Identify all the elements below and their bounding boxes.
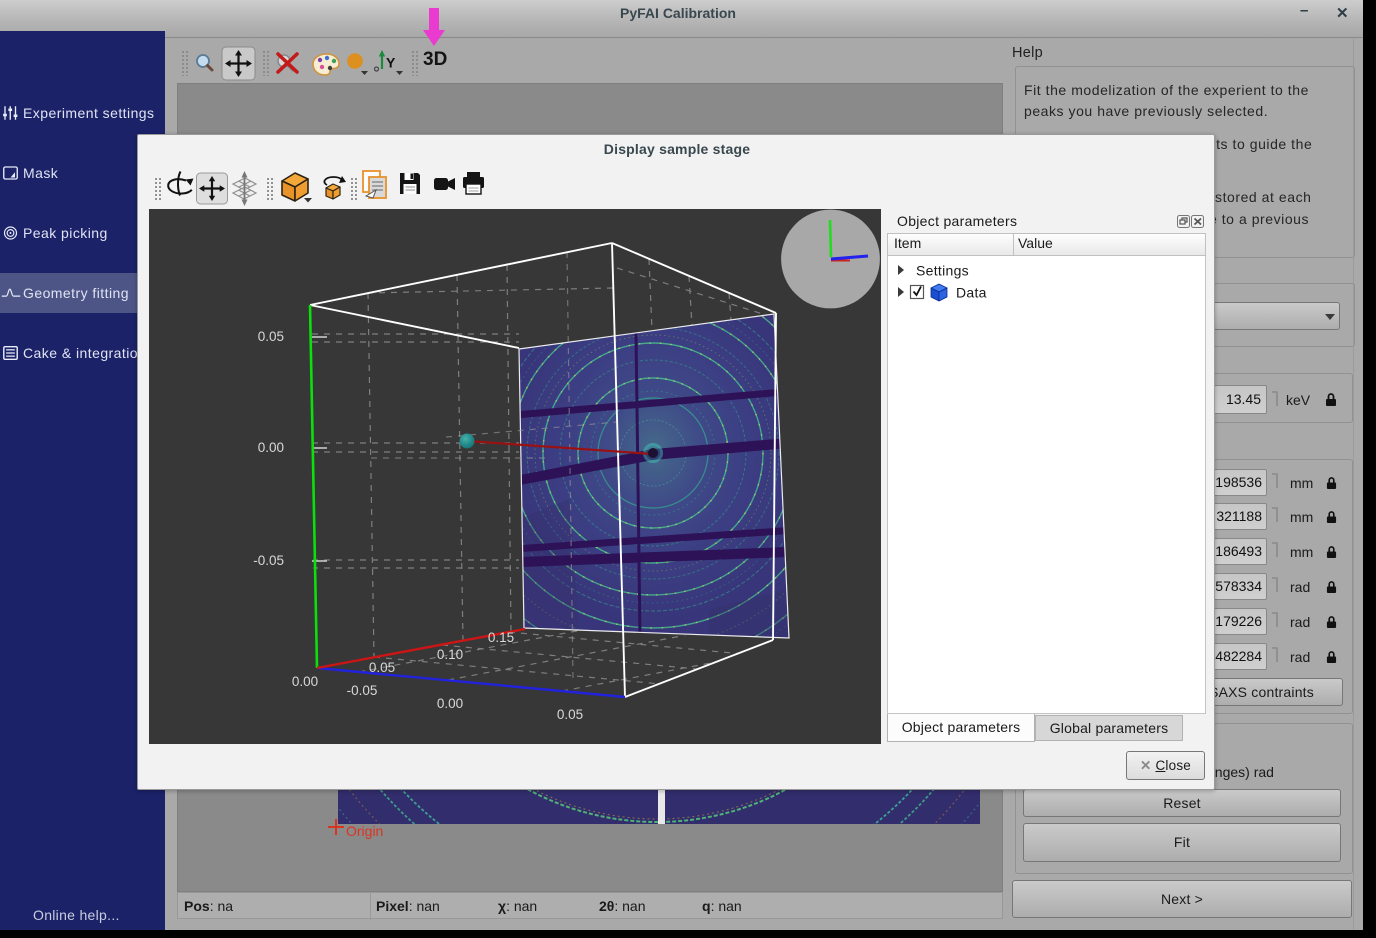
- svg-text:0.05: 0.05: [557, 707, 583, 722]
- svg-text:0.00: 0.00: [258, 440, 284, 455]
- svg-text:Data: Data: [956, 285, 987, 301]
- svg-text:0.15: 0.15: [488, 630, 514, 645]
- svg-text:0.05: 0.05: [258, 329, 284, 344]
- svg-text:-0.05: -0.05: [253, 553, 284, 568]
- svg-text:0.00: 0.00: [437, 696, 463, 711]
- svg-text:0.10: 0.10: [437, 647, 463, 662]
- svg-text:0.00: 0.00: [292, 674, 318, 689]
- svg-text:Y: Y: [386, 55, 396, 71]
- svg-text:-0.05: -0.05: [347, 683, 378, 698]
- svg-text:Origin: Origin: [346, 823, 383, 839]
- svg-text:0.05: 0.05: [369, 660, 395, 675]
- svg-text:Settings: Settings: [916, 263, 969, 279]
